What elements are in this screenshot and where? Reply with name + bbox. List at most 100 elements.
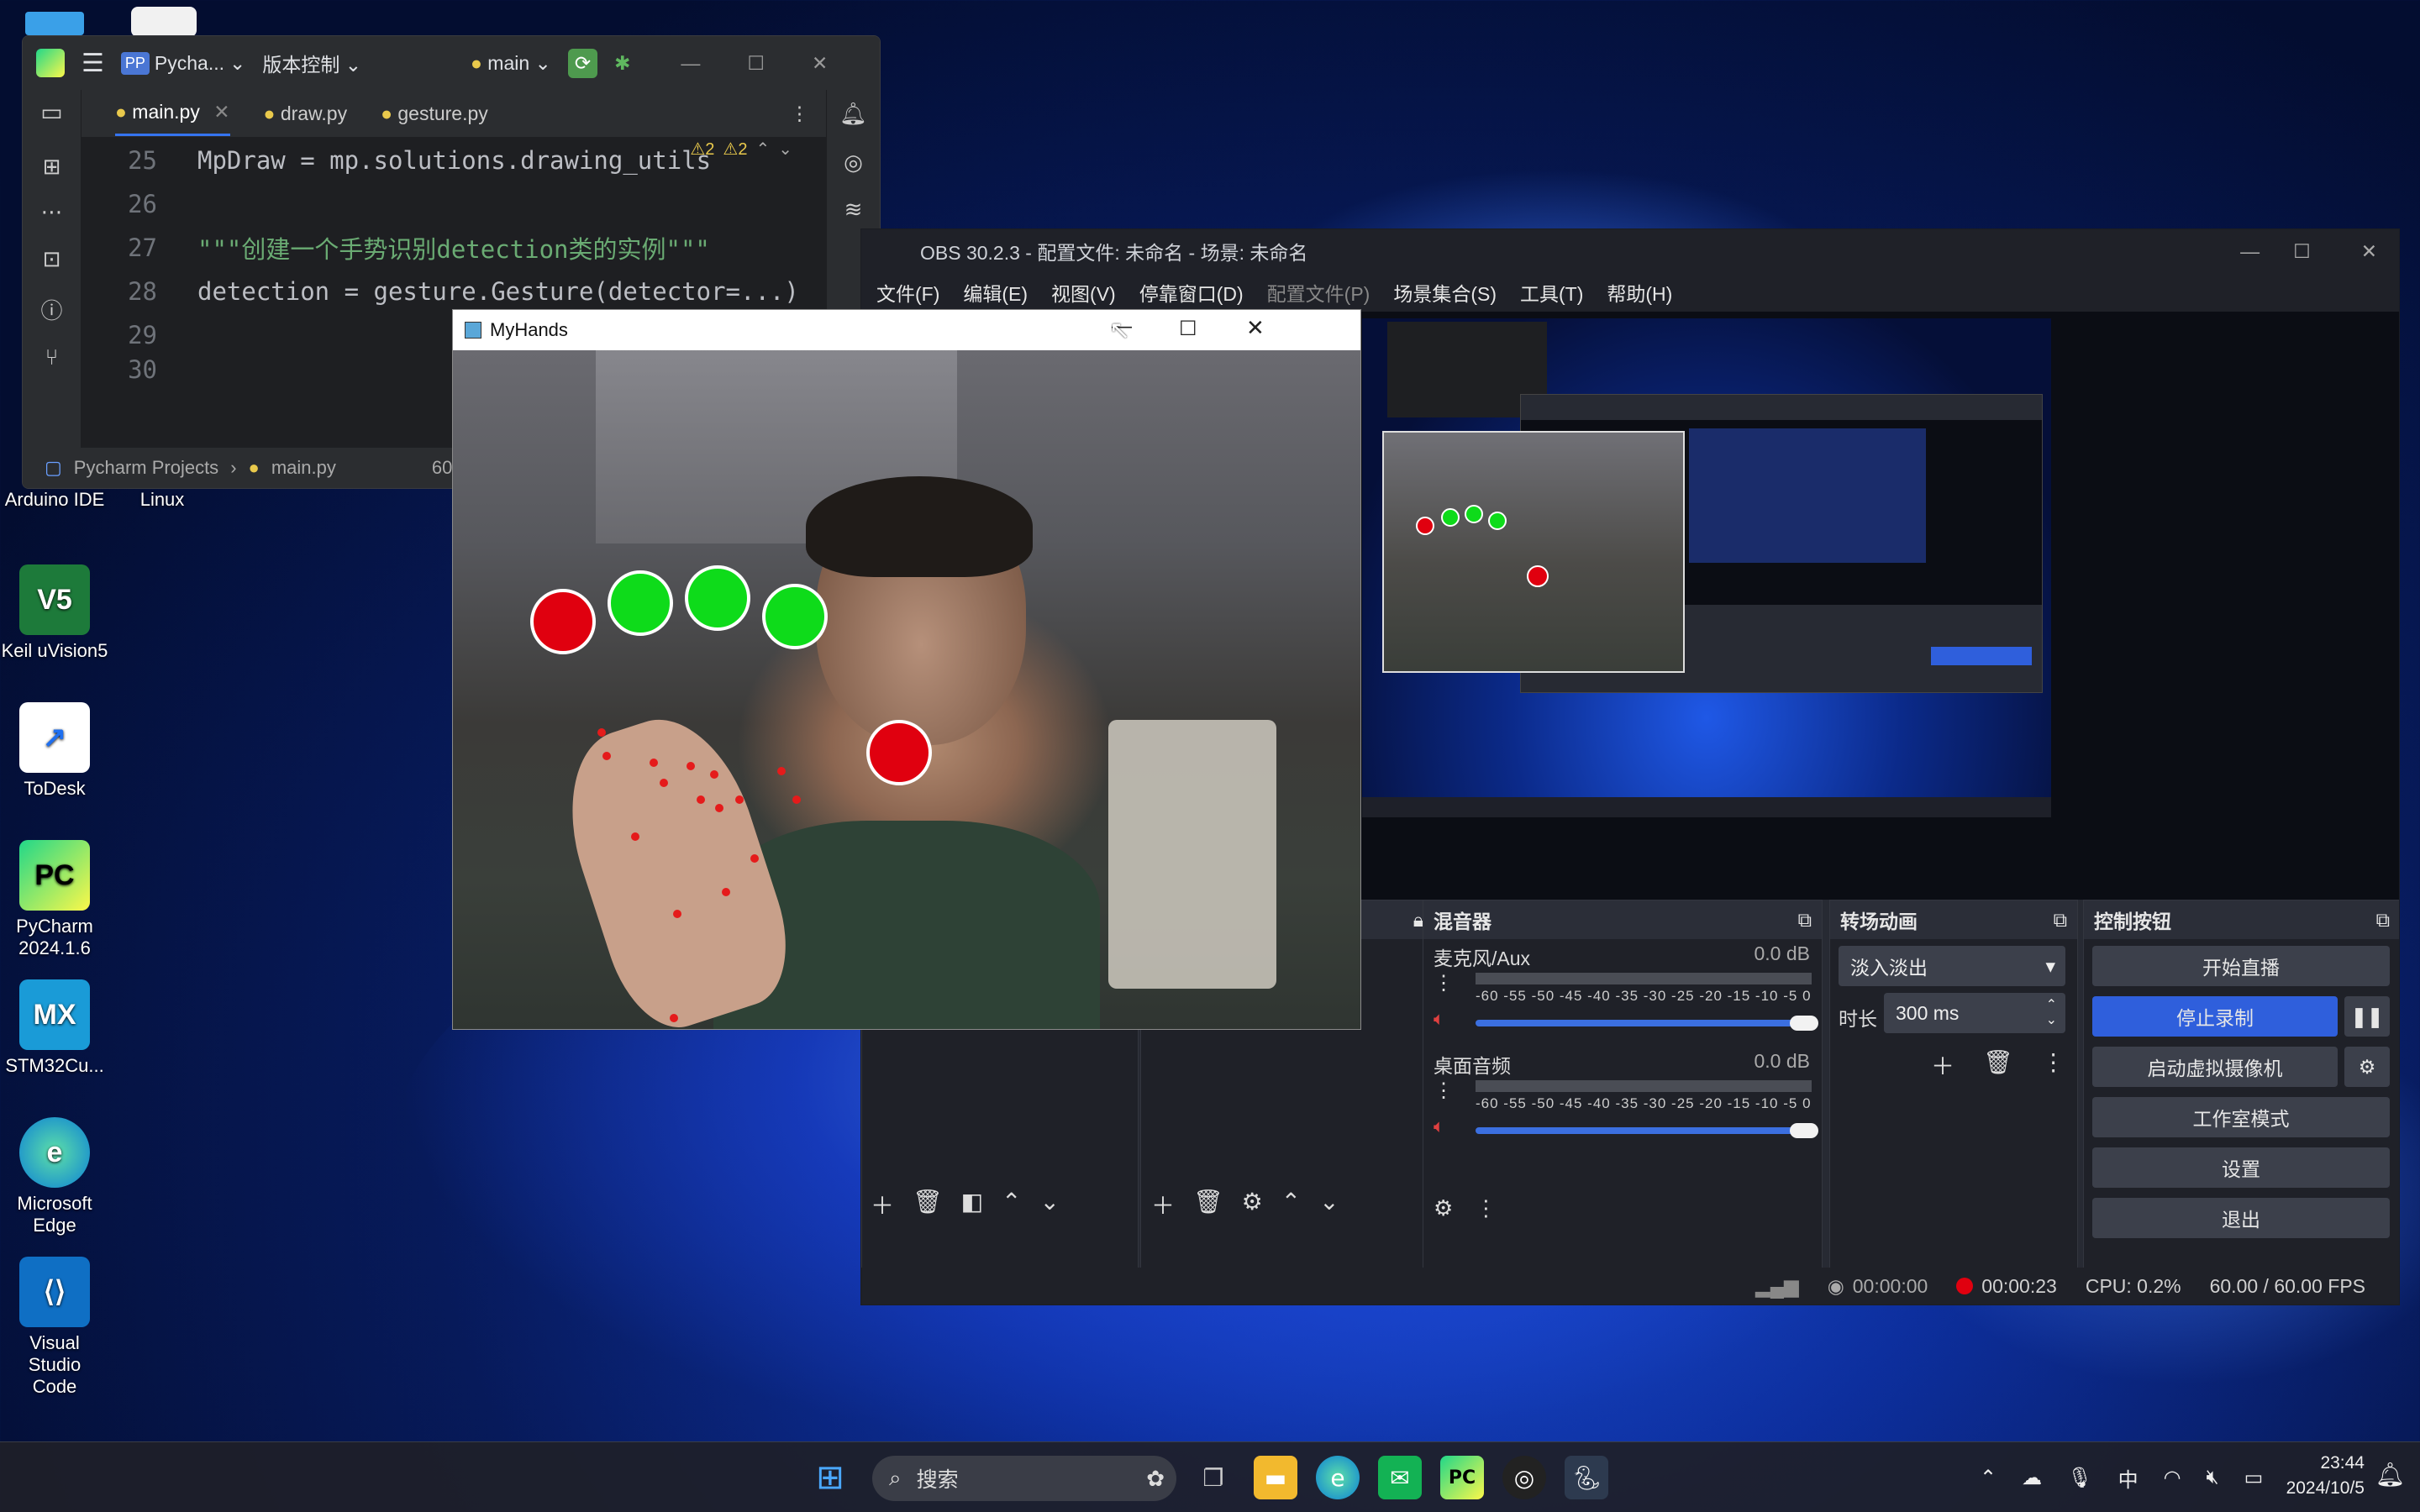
project-selector[interactable]: PP Pycha... ⌄ xyxy=(120,51,245,75)
maximize-button[interactable]: ☐ xyxy=(1179,317,1197,341)
advanced-audio-icon[interactable]: ⚙ xyxy=(1434,1195,1453,1221)
add-transition-icon[interactable]: ＋ xyxy=(1931,1048,1954,1082)
studio-mode-button[interactable]: 工作室模式 xyxy=(2092,1097,2390,1137)
breadcrumb-project[interactable]: Pycharm Projects xyxy=(74,457,218,479)
menu-docks[interactable]: 停靠窗口(D) xyxy=(1139,278,1244,307)
exit-button[interactable]: 退出 xyxy=(2092,1198,2390,1238)
source-settings-icon[interactable]: ⚙ xyxy=(1242,1188,1263,1221)
minimize-button[interactable]: — xyxy=(681,52,700,75)
desktop-icon-edge[interactable]: e Microsoft Edge xyxy=(0,1117,109,1236)
tabs-more-icon[interactable]: ⋮ xyxy=(790,102,809,125)
menu-scene-collection[interactable]: 场景集合(S) xyxy=(1393,278,1497,307)
edge-taskbar-icon[interactable]: e xyxy=(1316,1456,1360,1499)
debug-icon[interactable]: ✱ xyxy=(614,52,630,75)
menu-tools[interactable]: 工具(T) xyxy=(1520,278,1583,307)
terminal-icon[interactable]: ⊡ xyxy=(23,247,81,272)
volume-muted-icon[interactable]: 🔇︎ xyxy=(2207,1466,2219,1489)
ai-assistant-icon[interactable]: ◎ xyxy=(827,150,880,176)
remove-transition-icon[interactable]: 🗑︎ xyxy=(1983,1048,2013,1082)
desktop-icon-pycharm[interactable]: PC PyCharm 2024.1.6 xyxy=(0,840,109,959)
start-virtual-camera-button[interactable]: 启动虚拟摄像机 xyxy=(2092,1047,2338,1087)
obs-taskbar-icon[interactable]: ◎ xyxy=(1502,1456,1546,1499)
wifi-icon[interactable]: ◠ xyxy=(2164,1466,2181,1490)
spinner-arrows-icon[interactable]: ⌃ ⌄ xyxy=(2046,998,2057,1028)
undock-icon[interactable]: ⧉ xyxy=(2376,909,2390,932)
menu-file[interactable]: 文件(F) xyxy=(876,278,939,307)
more-icon[interactable]: ⋯ xyxy=(23,200,81,225)
microphone-icon[interactable]: 🎙︎ xyxy=(2067,1466,2092,1490)
move-down-icon[interactable]: ⌄ xyxy=(1319,1188,1339,1221)
file-explorer-icon[interactable]: ▬ xyxy=(1254,1456,1297,1499)
channel-menu-icon[interactable]: ⋮ xyxy=(1434,1079,1454,1103)
python-taskbar-icon[interactable]: 🐍︎ xyxy=(1565,1456,1608,1499)
transition-menu-icon[interactable]: ⋮ xyxy=(2042,1048,2065,1082)
show-hidden-icons[interactable]: ⌃ xyxy=(1980,1466,1996,1490)
folder-icon[interactable]: ▭ xyxy=(23,98,81,126)
move-up-icon[interactable]: ⌃ xyxy=(1002,1188,1021,1221)
taskbar-search[interactable]: ⌕ 搜索 ✿ xyxy=(872,1456,1176,1501)
close-button[interactable]: ✕ xyxy=(812,52,828,75)
taskbar-clock[interactable]: 23:44 2024/10/5 xyxy=(2286,1451,2365,1501)
database-icon[interactable]: ≋ xyxy=(827,197,880,223)
mixer-menu-icon[interactable]: ⋮ xyxy=(1475,1195,1497,1221)
task-view-icon[interactable]: ❐ xyxy=(1192,1456,1235,1499)
add-scene-icon[interactable]: ＋ xyxy=(871,1188,894,1221)
run-icon[interactable]: ⟳ xyxy=(567,48,598,78)
mic-volume-slider[interactable] xyxy=(1476,1020,1797,1026)
menu-edit[interactable]: 编辑(E) xyxy=(963,278,1028,307)
chevron-up-icon[interactable]: ⌃ xyxy=(755,139,770,160)
hamburger-menu-icon[interactable]: ☰ xyxy=(82,49,104,78)
transition-select[interactable]: 淡入淡出 ▾ xyxy=(1839,946,2065,986)
tab-draw-py[interactable]: ● draw.py xyxy=(264,102,348,125)
menu-view[interactable]: 视图(V) xyxy=(1051,278,1116,307)
virtual-camera-settings-icon[interactable]: ⚙ xyxy=(2344,1047,2390,1087)
notification-center-icon[interactable]: 🔔︎ xyxy=(2375,1461,2405,1488)
breadcrumb-file[interactable]: main.py xyxy=(271,457,336,479)
close-tab-icon[interactable]: ✕ xyxy=(213,101,229,123)
close-button[interactable]: ✕ xyxy=(2361,240,2377,263)
menu-profile[interactable]: 配置文件(P) xyxy=(1267,278,1370,307)
windows-start-icon[interactable]: ⊞ xyxy=(808,1456,852,1499)
git-icon[interactable]: ⑂ xyxy=(23,345,81,370)
start-streaming-button[interactable]: 开始直播 xyxy=(2092,946,2390,986)
settings-button[interactable]: 设置 xyxy=(2092,1147,2390,1188)
move-down-icon[interactable]: ⌄ xyxy=(1040,1188,1060,1221)
structure-icon[interactable]: ⊞ xyxy=(23,155,81,180)
tab-gesture-py[interactable]: ● gesture.py xyxy=(381,102,488,125)
mic-volume-knob[interactable] xyxy=(1790,1016,1818,1031)
add-source-icon[interactable]: ＋ xyxy=(1151,1188,1175,1221)
mute-icon[interactable]: 🔈︎ xyxy=(1434,1008,1444,1030)
desktop-icon-todesk[interactable]: ↗ ToDesk xyxy=(0,702,109,800)
desktop-icon-linux[interactable]: Linux xyxy=(108,489,217,511)
desktop-icon-partial[interactable] xyxy=(25,12,84,35)
wechat-icon[interactable]: ✉ xyxy=(1378,1456,1422,1499)
notifications-icon[interactable]: 🔔︎ xyxy=(827,102,880,127)
onedrive-icon[interactable]: ☁ xyxy=(2022,1466,2042,1490)
remove-scene-icon[interactable]: 🗑︎ xyxy=(913,1188,943,1221)
stop-recording-button[interactable]: 停止录制 xyxy=(2092,996,2338,1037)
desktop-icon-arduino[interactable]: Arduino IDE xyxy=(0,489,109,511)
menu-help[interactable]: 帮助(H) xyxy=(1607,278,1672,307)
chevron-down-icon[interactable]: ⌄ xyxy=(778,139,792,160)
maximize-button[interactable]: ☐ xyxy=(747,52,765,75)
myhands-window[interactable]: MyHands — ☐ ✕ xyxy=(452,309,1361,1030)
maximize-button[interactable]: ☐ xyxy=(2293,240,2311,263)
pycharm-taskbar-icon[interactable]: PC xyxy=(1440,1456,1484,1499)
branch-selector[interactable]: ● main ⌄ xyxy=(471,52,551,75)
ime-indicator[interactable]: 中 xyxy=(2118,1463,2139,1493)
desktop-icon-vscode[interactable]: ⟨⟩ Visual Studio Code xyxy=(0,1257,109,1398)
duration-spinbox[interactable]: 300 ms ⌃ ⌄ xyxy=(1884,993,2065,1033)
pause-recording-button[interactable]: ❚❚ xyxy=(2344,996,2390,1037)
tab-main-py[interactable]: ● main.py ✕ xyxy=(115,91,230,136)
minimize-button[interactable]: — xyxy=(2240,240,2260,263)
channel-menu-icon[interactable]: ⋮ xyxy=(1434,971,1454,995)
move-up-icon[interactable]: ⌃ xyxy=(1281,1188,1301,1221)
remove-source-icon[interactable]: 🗑︎ xyxy=(1193,1188,1223,1221)
undock-icon[interactable]: ⧉ xyxy=(2054,909,2067,932)
close-button[interactable]: ✕ xyxy=(1246,315,1265,341)
desktop-icon-partial[interactable] xyxy=(131,7,197,37)
desktop-icon-stm32[interactable]: MX STM32Cu... xyxy=(0,979,109,1077)
inspection-widget[interactable]: ⚠2 ⚠2 ⌃ ⌄ xyxy=(690,139,792,160)
undock-icon[interactable]: ⧉ xyxy=(1798,909,1812,932)
desktop-volume-slider[interactable] xyxy=(1476,1127,1797,1134)
